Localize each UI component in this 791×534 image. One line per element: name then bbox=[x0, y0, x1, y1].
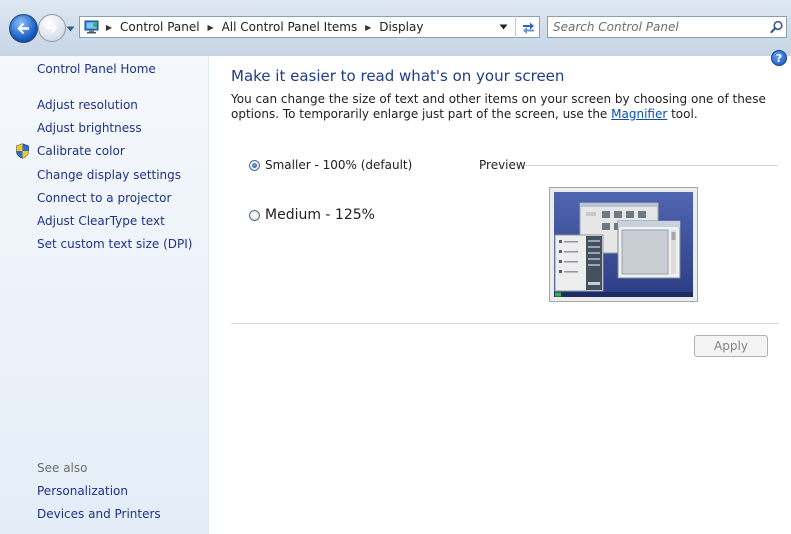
display-preview-image bbox=[549, 187, 698, 302]
option-smaller-label[interactable]: Smaller - 100% (default) bbox=[265, 158, 412, 172]
task-pane: Control Panel Home Adjust resolution Adj… bbox=[0, 56, 209, 534]
preview-desktop-icon bbox=[554, 192, 693, 297]
back-arrow-icon bbox=[17, 22, 29, 35]
breadcrumb: ▶ Control Panel ▶ All Control Panel Item… bbox=[102, 17, 427, 37]
breadcrumb-control-panel[interactable]: Control Panel bbox=[116, 17, 204, 37]
search-icon[interactable] bbox=[770, 20, 784, 34]
breadcrumb-arrow-icon[interactable]: ▶ bbox=[204, 17, 218, 37]
page-title: Make it easier to read what's on your sc… bbox=[231, 67, 565, 85]
main-content: ? Make it easier to read what's on your … bbox=[209, 50, 791, 534]
refresh-button[interactable] bbox=[515, 16, 541, 38]
task-calibrate-color[interactable]: Calibrate color bbox=[37, 143, 125, 159]
section-divider bbox=[231, 323, 778, 324]
option-medium-label[interactable]: Medium - 125% bbox=[265, 207, 375, 223]
breadcrumb-arrow-icon[interactable]: ▶ bbox=[102, 17, 116, 37]
forward-arrow-icon bbox=[46, 22, 58, 34]
address-bar[interactable]: ▶ Control Panel ▶ All Control Panel Item… bbox=[79, 16, 540, 38]
preview-divider bbox=[525, 165, 778, 166]
breadcrumb-all-items[interactable]: All Control Panel Items bbox=[218, 17, 362, 37]
see-also-devices-printers[interactable]: Devices and Printers bbox=[37, 506, 161, 522]
task-change-display-settings[interactable]: Change display settings bbox=[37, 167, 181, 183]
task-adjust-brightness[interactable]: Adjust brightness bbox=[37, 120, 142, 136]
magnifier-link[interactable]: Magnifier bbox=[611, 107, 667, 121]
search-box[interactable] bbox=[547, 16, 787, 38]
recent-pages-dropdown-icon[interactable] bbox=[66, 25, 75, 33]
page-description: You can change the size of text and othe… bbox=[231, 92, 776, 122]
option-medium[interactable]: Medium - 125% bbox=[249, 207, 375, 223]
help-icon[interactable]: ? bbox=[771, 50, 787, 66]
breadcrumb-display[interactable]: Display bbox=[375, 17, 427, 37]
forward-button[interactable] bbox=[38, 14, 66, 42]
option-smaller[interactable]: Smaller - 100% (default) bbox=[249, 158, 412, 172]
navigation-bar: ▶ Control Panel ▶ All Control Panel Item… bbox=[0, 0, 791, 56]
task-set-custom-dpi[interactable]: Set custom text size (DPI) bbox=[37, 236, 192, 252]
task-adjust-resolution[interactable]: Adjust resolution bbox=[37, 97, 138, 113]
radio-medium[interactable] bbox=[249, 209, 260, 221]
see-also-heading: See also bbox=[37, 461, 88, 475]
refresh-icon bbox=[523, 22, 534, 34]
radio-smaller[interactable] bbox=[249, 159, 260, 171]
back-button[interactable] bbox=[9, 14, 38, 43]
description-text-end: tool. bbox=[667, 107, 698, 121]
preview-label: Preview bbox=[479, 158, 526, 172]
see-also-personalization[interactable]: Personalization bbox=[37, 483, 128, 499]
uac-shield-icon bbox=[16, 143, 29, 159]
address-history-dropdown-icon[interactable] bbox=[499, 23, 508, 31]
task-connect-projector[interactable]: Connect to a projector bbox=[37, 190, 171, 206]
control-panel-home-link[interactable]: Control Panel Home bbox=[37, 61, 156, 77]
breadcrumb-arrow-icon[interactable]: ▶ bbox=[361, 17, 375, 37]
apply-button[interactable]: Apply bbox=[694, 335, 768, 357]
control-panel-icon bbox=[84, 20, 99, 34]
task-adjust-cleartype[interactable]: Adjust ClearType text bbox=[37, 213, 165, 229]
search-input[interactable] bbox=[553, 19, 758, 35]
